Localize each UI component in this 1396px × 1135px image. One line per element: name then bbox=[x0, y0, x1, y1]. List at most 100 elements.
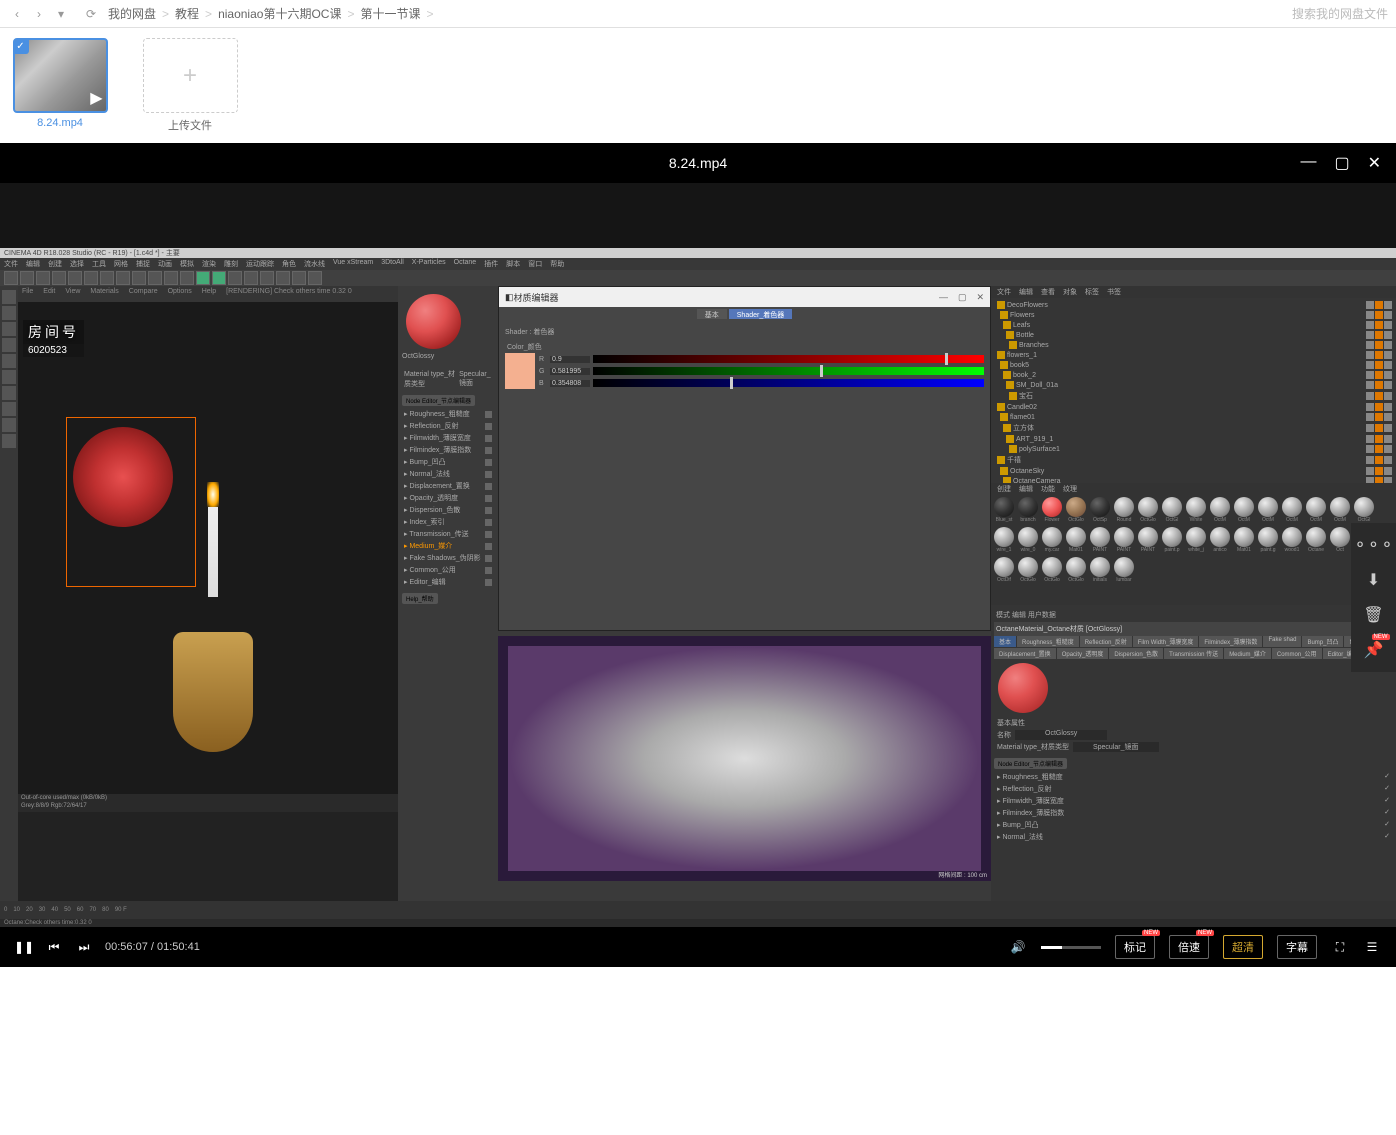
tool-icon[interactable] bbox=[292, 271, 306, 285]
next-icon[interactable]: ⏭ bbox=[75, 938, 93, 956]
material-swatch[interactable]: White bbox=[1185, 497, 1207, 525]
material-swatch[interactable]: OctDif bbox=[993, 557, 1015, 585]
attr-property[interactable]: ▸ Filmindex_薄膜指数 ✓ bbox=[994, 807, 1393, 819]
menu-item[interactable]: 3DtoAll bbox=[381, 259, 404, 269]
vp-menu-item[interactable]: Options bbox=[168, 288, 192, 300]
crumb[interactable]: niaoniao第十六期OC课 bbox=[218, 5, 341, 22]
tree-item[interactable]: SM_Doll_01a bbox=[993, 380, 1394, 390]
tool-icon[interactable] bbox=[2, 322, 16, 336]
tool-icon[interactable] bbox=[228, 271, 242, 285]
material-swatch[interactable]: Flower bbox=[1041, 497, 1063, 525]
material-swatch[interactable]: OctM bbox=[1209, 497, 1231, 525]
attr-tab[interactable]: Transmission 传送 bbox=[1164, 648, 1223, 659]
tab[interactable]: 对象 bbox=[1063, 287, 1077, 297]
tool-icon[interactable] bbox=[52, 271, 66, 285]
property-row[interactable]: ▸ Common_公用 bbox=[402, 564, 494, 576]
material-swatch[interactable]: OctM bbox=[1233, 497, 1255, 525]
material-swatch[interactable]: Mat01 bbox=[1065, 527, 1087, 555]
green-slider[interactable]: G0.581995 bbox=[539, 365, 984, 377]
attr-tab[interactable]: Common_公用 bbox=[1272, 648, 1322, 659]
vp-menu-item[interactable]: Edit bbox=[43, 288, 55, 300]
tool-icon[interactable] bbox=[116, 271, 130, 285]
property-row[interactable]: ▸ Normal_法线 bbox=[402, 468, 494, 480]
maximize-icon[interactable]: ▢ bbox=[1334, 153, 1349, 173]
volume-icon[interactable]: 🔊 bbox=[1009, 938, 1027, 956]
attr-property[interactable]: ▸ Bump_凹凸 ✓ bbox=[994, 819, 1393, 831]
pin-wrap[interactable]: 📌NEW bbox=[1364, 640, 1384, 660]
object-tree[interactable]: DecoFlowersFlowersLeafsBottleBranchesflo… bbox=[991, 298, 1396, 483]
nav-forward-icon[interactable]: › bbox=[30, 5, 48, 23]
tab[interactable]: 编辑 bbox=[1019, 484, 1033, 494]
color-swatch[interactable] bbox=[505, 353, 535, 389]
speed-button[interactable]: 倍速NEW bbox=[1169, 935, 1209, 959]
tab[interactable]: 功能 bbox=[1041, 484, 1055, 494]
tab[interactable]: 文件 bbox=[997, 287, 1011, 297]
material-swatch[interactable]: PAINT bbox=[1137, 527, 1159, 555]
video-thumbnail[interactable]: ✓ ▶ bbox=[13, 38, 108, 113]
menu-item[interactable]: 文件 bbox=[4, 259, 18, 269]
attr-tab[interactable]: Fake shad bbox=[1263, 636, 1301, 647]
property-row[interactable]: ▸ Displacement_置换 bbox=[402, 480, 494, 492]
menu-item[interactable]: 插件 bbox=[484, 259, 498, 269]
property-row[interactable]: ▸ Dispersion_色散 bbox=[402, 504, 494, 516]
property-row[interactable]: ▸ Opacity_透明度 bbox=[402, 492, 494, 504]
tool-icon[interactable] bbox=[132, 271, 146, 285]
material-swatch[interactable]: OctGlo bbox=[1017, 557, 1039, 585]
material-swatch[interactable]: OctM bbox=[1329, 497, 1351, 525]
minimize-icon[interactable]: — bbox=[1300, 153, 1316, 173]
attr-tab[interactable]: Opacity_透明度 bbox=[1057, 648, 1109, 659]
blue-slider[interactable]: B0.354808 bbox=[539, 377, 984, 389]
download-icon[interactable]: ⬇ bbox=[1364, 570, 1384, 590]
attr-tab[interactable]: Medium_媒介 bbox=[1224, 648, 1271, 659]
subtitle-button[interactable]: 字幕 bbox=[1277, 935, 1317, 959]
menu-item[interactable]: 模拟 bbox=[180, 259, 194, 269]
material-swatch[interactable]: OctGl bbox=[1353, 497, 1375, 525]
material-swatch[interactable]: paint.g bbox=[1257, 527, 1279, 555]
material-swatch[interactable]: white_j bbox=[1185, 527, 1207, 555]
attr-property[interactable]: ▸ Roughness_粗糙度 ✓ bbox=[994, 771, 1393, 783]
material-swatch[interactable]: PAINT bbox=[1089, 527, 1111, 555]
property-row[interactable]: ▸ Medium_媒介 bbox=[402, 540, 494, 552]
attr-property[interactable]: ▸ Filmwidth_薄膜宽度 ✓ bbox=[994, 795, 1393, 807]
property-row[interactable]: ▸ Roughness_粗糙度 bbox=[402, 408, 494, 420]
menu-item[interactable]: 雕刻 bbox=[224, 259, 238, 269]
material-swatch[interactable]: Mat01 bbox=[1233, 527, 1255, 555]
tree-item[interactable]: DecoFlowers bbox=[993, 300, 1394, 310]
node-editor-button[interactable]: Node Editor_节点编辑器 bbox=[402, 395, 475, 406]
crumb[interactable]: 我的网盘 bbox=[108, 5, 156, 22]
quality-button[interactable]: 超清 bbox=[1223, 935, 1263, 959]
menu-item[interactable]: 运动跟踪 bbox=[246, 259, 274, 269]
menu-item[interactable]: 工具 bbox=[92, 259, 106, 269]
tree-item[interactable]: book5 bbox=[993, 360, 1394, 370]
volume-slider[interactable] bbox=[1041, 946, 1101, 949]
material-swatch[interactable]: paint.p bbox=[1161, 527, 1183, 555]
material-swatch[interactable]: OctSp bbox=[1089, 497, 1111, 525]
video-file-item[interactable]: ✓ ▶ 8.24.mp4 bbox=[10, 38, 110, 133]
perspective-viewport[interactable]: 网格间距 : 100 cm bbox=[498, 636, 991, 881]
tree-item[interactable]: flowers_1 bbox=[993, 350, 1394, 360]
tab[interactable]: 创建 bbox=[997, 484, 1011, 494]
nav-back-icon[interactable]: ‹ bbox=[8, 5, 26, 23]
tree-item[interactable]: polySurface1 bbox=[993, 444, 1394, 454]
tool-icon[interactable] bbox=[2, 434, 16, 448]
tool-icon[interactable] bbox=[308, 271, 322, 285]
menu-item[interactable]: 流水线 bbox=[304, 259, 325, 269]
material-swatch[interactable]: wire_0 bbox=[1017, 527, 1039, 555]
material-swatch[interactable]: OctM bbox=[1305, 497, 1327, 525]
material-swatch[interactable]: Octane bbox=[1305, 527, 1327, 555]
material-swatch[interactable]: wire_1 bbox=[993, 527, 1015, 555]
pause-icon[interactable]: ❚❚ bbox=[15, 938, 33, 956]
attr-preview[interactable] bbox=[998, 663, 1048, 713]
material-swatch[interactable]: PAINT bbox=[1113, 527, 1135, 555]
tool-icon[interactable] bbox=[2, 306, 16, 320]
tool-icon[interactable] bbox=[2, 402, 16, 416]
tree-item[interactable]: Branches bbox=[993, 340, 1394, 350]
material-swatch[interactable]: branch bbox=[1017, 497, 1039, 525]
property-row[interactable]: ▸ Editor_编辑 bbox=[402, 576, 494, 588]
render-preview[interactable]: 房间号 6020523 Out-of-core used/max (0kB/0k… bbox=[18, 302, 398, 812]
fullscreen-icon[interactable]: ⛶ bbox=[1331, 938, 1349, 956]
vp-menu-item[interactable]: [RENDERING] Check others time 0.32 0 bbox=[226, 288, 352, 300]
prev-icon[interactable]: ⏮ bbox=[45, 938, 63, 956]
attr-tab[interactable]: Bump_凹凸 bbox=[1302, 636, 1343, 647]
share-icon[interactable]: ⚬⚬⚬ bbox=[1364, 535, 1384, 555]
